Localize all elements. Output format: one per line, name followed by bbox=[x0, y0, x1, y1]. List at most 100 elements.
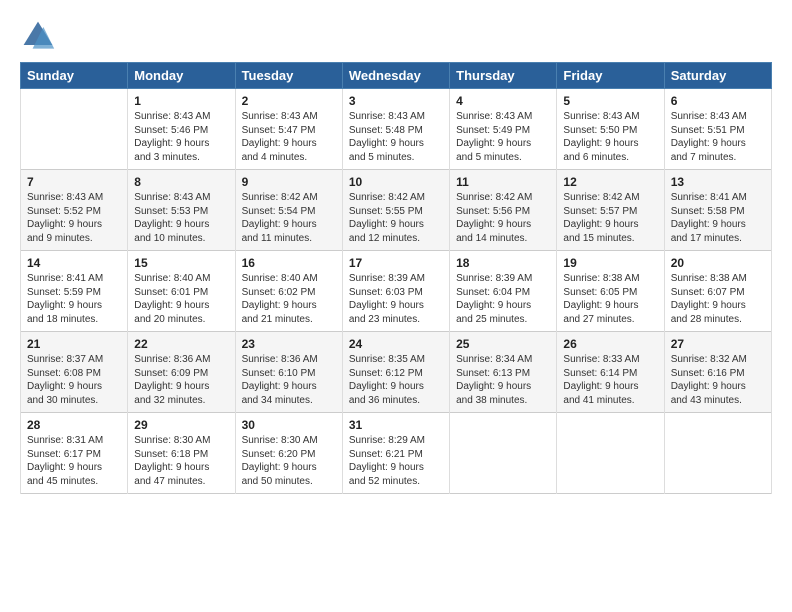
day-cell: 7Sunrise: 8:43 AMSunset: 5:52 PMDaylight… bbox=[21, 170, 128, 251]
day-number: 23 bbox=[242, 337, 336, 351]
cell-content: Sunrise: 8:39 AMSunset: 6:03 PMDaylight:… bbox=[349, 272, 443, 326]
header-row: SundayMondayTuesdayWednesdayThursdayFrid… bbox=[21, 63, 772, 89]
day-cell: 2Sunrise: 8:43 AMSunset: 5:47 PMDaylight… bbox=[235, 89, 342, 170]
day-number: 19 bbox=[563, 256, 657, 270]
day-cell: 27Sunrise: 8:32 AMSunset: 6:16 PMDayligh… bbox=[664, 332, 771, 413]
day-cell: 20 Sunrise: 8:38 AMSunset: 6:07 PMDayligh… bbox=[664, 251, 771, 332]
day-cell: 9 Sunrise: 8:42 AMSunset: 5:54 PMDaylight… bbox=[235, 170, 342, 251]
day-number: 3 bbox=[349, 94, 443, 108]
cell-content: Sunrise: 8:30 AMSunset: 6:18 PMDaylight:… bbox=[134, 434, 228, 488]
day-number: 28 bbox=[27, 418, 121, 432]
cell-content: Sunrise: 8:38 AMSunset: 6:05 PMDaylight:… bbox=[563, 272, 657, 326]
day-cell: 21Sunrise: 8:37 AMSunset: 6:08 PMDayligh… bbox=[21, 332, 128, 413]
day-number: 20 bbox=[671, 256, 765, 270]
cell-content: Sunrise: 8:33 AMSunset: 6:14 PMDaylight:… bbox=[563, 353, 657, 407]
cell-content: Sunrise: 8:43 AMSunset: 5:50 PMDaylight:… bbox=[563, 110, 657, 164]
cell-content: Sunrise: 8:41 AMSunset: 5:59 PMDaylight:… bbox=[27, 272, 121, 326]
header-cell-thursday: Thursday bbox=[450, 63, 557, 89]
week-row-2: 7Sunrise: 8:43 AMSunset: 5:52 PMDaylight… bbox=[21, 170, 772, 251]
cell-content: Sunrise: 8:30 AMSunset: 6:20 PMDaylight:… bbox=[242, 434, 336, 488]
day-cell: 1 Sunrise: 8:43 AMSunset: 5:46 PMDaylight… bbox=[128, 89, 235, 170]
day-cell: 12 Sunrise: 8:42 AMSunset: 5:57 PMDayligh… bbox=[557, 170, 664, 251]
day-number: 5 bbox=[563, 94, 657, 108]
day-cell bbox=[557, 413, 664, 494]
header-cell-monday: Monday bbox=[128, 63, 235, 89]
day-cell: 15Sunrise: 8:40 AMSunset: 6:01 PMDayligh… bbox=[128, 251, 235, 332]
day-number: 7 bbox=[27, 175, 121, 189]
day-number: 24 bbox=[349, 337, 443, 351]
day-cell: 31 Sunrise: 8:29 AMSunset: 6:21 PMDayligh… bbox=[342, 413, 449, 494]
day-number: 10 bbox=[349, 175, 443, 189]
day-cell: 28 Sunrise: 8:31 AMSunset: 6:17 PMDayligh… bbox=[21, 413, 128, 494]
day-cell bbox=[21, 89, 128, 170]
header bbox=[20, 18, 772, 54]
day-cell: 29 Sunrise: 8:30 AMSunset: 6:18 PMDayligh… bbox=[128, 413, 235, 494]
cell-content: Sunrise: 8:38 AMSunset: 6:07 PMDaylight:… bbox=[671, 272, 765, 326]
day-number: 12 bbox=[563, 175, 657, 189]
week-row-3: 14 Sunrise: 8:41 AMSunset: 5:59 PMDayligh… bbox=[21, 251, 772, 332]
cell-content: Sunrise: 8:35 AMSunset: 6:12 PMDaylight:… bbox=[349, 353, 443, 407]
cell-content: Sunrise: 8:43 AMSunset: 5:51 PMDaylight:… bbox=[671, 110, 765, 164]
logo bbox=[20, 18, 60, 54]
day-number: 16 bbox=[242, 256, 336, 270]
day-cell: 22Sunrise: 8:36 AMSunset: 6:09 PMDayligh… bbox=[128, 332, 235, 413]
day-number: 1 bbox=[134, 94, 228, 108]
cell-content: Sunrise: 8:43 AMSunset: 5:48 PMDaylight:… bbox=[349, 110, 443, 164]
day-cell: 24 Sunrise: 8:35 AMSunset: 6:12 PMDayligh… bbox=[342, 332, 449, 413]
day-cell bbox=[450, 413, 557, 494]
cell-content: Sunrise: 8:43 AMSunset: 5:49 PMDaylight:… bbox=[456, 110, 550, 164]
header-cell-tuesday: Tuesday bbox=[235, 63, 342, 89]
day-number: 6 bbox=[671, 94, 765, 108]
day-cell: 8 Sunrise: 8:43 AMSunset: 5:53 PMDaylight… bbox=[128, 170, 235, 251]
day-number: 31 bbox=[349, 418, 443, 432]
day-number: 27 bbox=[671, 337, 765, 351]
day-cell: 14 Sunrise: 8:41 AMSunset: 5:59 PMDayligh… bbox=[21, 251, 128, 332]
day-number: 26 bbox=[563, 337, 657, 351]
day-cell: 16 Sunrise: 8:40 AMSunset: 6:02 PMDayligh… bbox=[235, 251, 342, 332]
day-cell: 10 Sunrise: 8:42 AMSunset: 5:55 PMDayligh… bbox=[342, 170, 449, 251]
cell-content: Sunrise: 8:39 AMSunset: 6:04 PMDaylight:… bbox=[456, 272, 550, 326]
cell-content: Sunrise: 8:43 AMSunset: 5:47 PMDaylight:… bbox=[242, 110, 336, 164]
cell-content: Sunrise: 8:34 AMSunset: 6:13 PMDaylight:… bbox=[456, 353, 550, 407]
day-number: 9 bbox=[242, 175, 336, 189]
day-cell: 18Sunrise: 8:39 AMSunset: 6:04 PMDayligh… bbox=[450, 251, 557, 332]
day-number: 13 bbox=[671, 175, 765, 189]
week-row-4: 21Sunrise: 8:37 AMSunset: 6:08 PMDayligh… bbox=[21, 332, 772, 413]
day-cell: 4 Sunrise: 8:43 AMSunset: 5:49 PMDaylight… bbox=[450, 89, 557, 170]
cell-content: Sunrise: 8:36 AMSunset: 6:09 PMDaylight:… bbox=[134, 353, 228, 407]
week-row-5: 28 Sunrise: 8:31 AMSunset: 6:17 PMDayligh… bbox=[21, 413, 772, 494]
page: SundayMondayTuesdayWednesdayThursdayFrid… bbox=[0, 0, 792, 612]
day-cell: 17Sunrise: 8:39 AMSunset: 6:03 PMDayligh… bbox=[342, 251, 449, 332]
day-cell: 26 Sunrise: 8:33 AMSunset: 6:14 PMDayligh… bbox=[557, 332, 664, 413]
day-cell: 13 Sunrise: 8:41 AMSunset: 5:58 PMDayligh… bbox=[664, 170, 771, 251]
day-cell: 23Sunrise: 8:36 AMSunset: 6:10 PMDayligh… bbox=[235, 332, 342, 413]
cell-content: Sunrise: 8:31 AMSunset: 6:17 PMDaylight:… bbox=[27, 434, 121, 488]
day-cell bbox=[664, 413, 771, 494]
calendar-table: SundayMondayTuesdayWednesdayThursdayFrid… bbox=[20, 62, 772, 494]
cell-content: Sunrise: 8:40 AMSunset: 6:01 PMDaylight:… bbox=[134, 272, 228, 326]
cell-content: Sunrise: 8:29 AMSunset: 6:21 PMDaylight:… bbox=[349, 434, 443, 488]
day-number: 29 bbox=[134, 418, 228, 432]
header-cell-saturday: Saturday bbox=[664, 63, 771, 89]
cell-content: Sunrise: 8:42 AMSunset: 5:54 PMDaylight:… bbox=[242, 191, 336, 245]
cell-content: Sunrise: 8:41 AMSunset: 5:58 PMDaylight:… bbox=[671, 191, 765, 245]
cell-content: Sunrise: 8:40 AMSunset: 6:02 PMDaylight:… bbox=[242, 272, 336, 326]
logo-icon bbox=[20, 18, 56, 54]
day-number: 30 bbox=[242, 418, 336, 432]
day-number: 21 bbox=[27, 337, 121, 351]
day-number: 14 bbox=[27, 256, 121, 270]
cell-content: Sunrise: 8:43 AMSunset: 5:53 PMDaylight:… bbox=[134, 191, 228, 245]
cell-content: Sunrise: 8:42 AMSunset: 5:57 PMDaylight:… bbox=[563, 191, 657, 245]
week-row-1: 1 Sunrise: 8:43 AMSunset: 5:46 PMDaylight… bbox=[21, 89, 772, 170]
cell-content: Sunrise: 8:42 AMSunset: 5:56 PMDaylight:… bbox=[456, 191, 550, 245]
day-number: 11 bbox=[456, 175, 550, 189]
day-cell: 6 Sunrise: 8:43 AMSunset: 5:51 PMDaylight… bbox=[664, 89, 771, 170]
day-cell: 11 Sunrise: 8:42 AMSunset: 5:56 PMDayligh… bbox=[450, 170, 557, 251]
header-cell-wednesday: Wednesday bbox=[342, 63, 449, 89]
cell-content: Sunrise: 8:42 AMSunset: 5:55 PMDaylight:… bbox=[349, 191, 443, 245]
day-cell: 5 Sunrise: 8:43 AMSunset: 5:50 PMDaylight… bbox=[557, 89, 664, 170]
day-number: 4 bbox=[456, 94, 550, 108]
cell-content: Sunrise: 8:43 AMSunset: 5:46 PMDaylight:… bbox=[134, 110, 228, 164]
day-number: 25 bbox=[456, 337, 550, 351]
day-number: 8 bbox=[134, 175, 228, 189]
